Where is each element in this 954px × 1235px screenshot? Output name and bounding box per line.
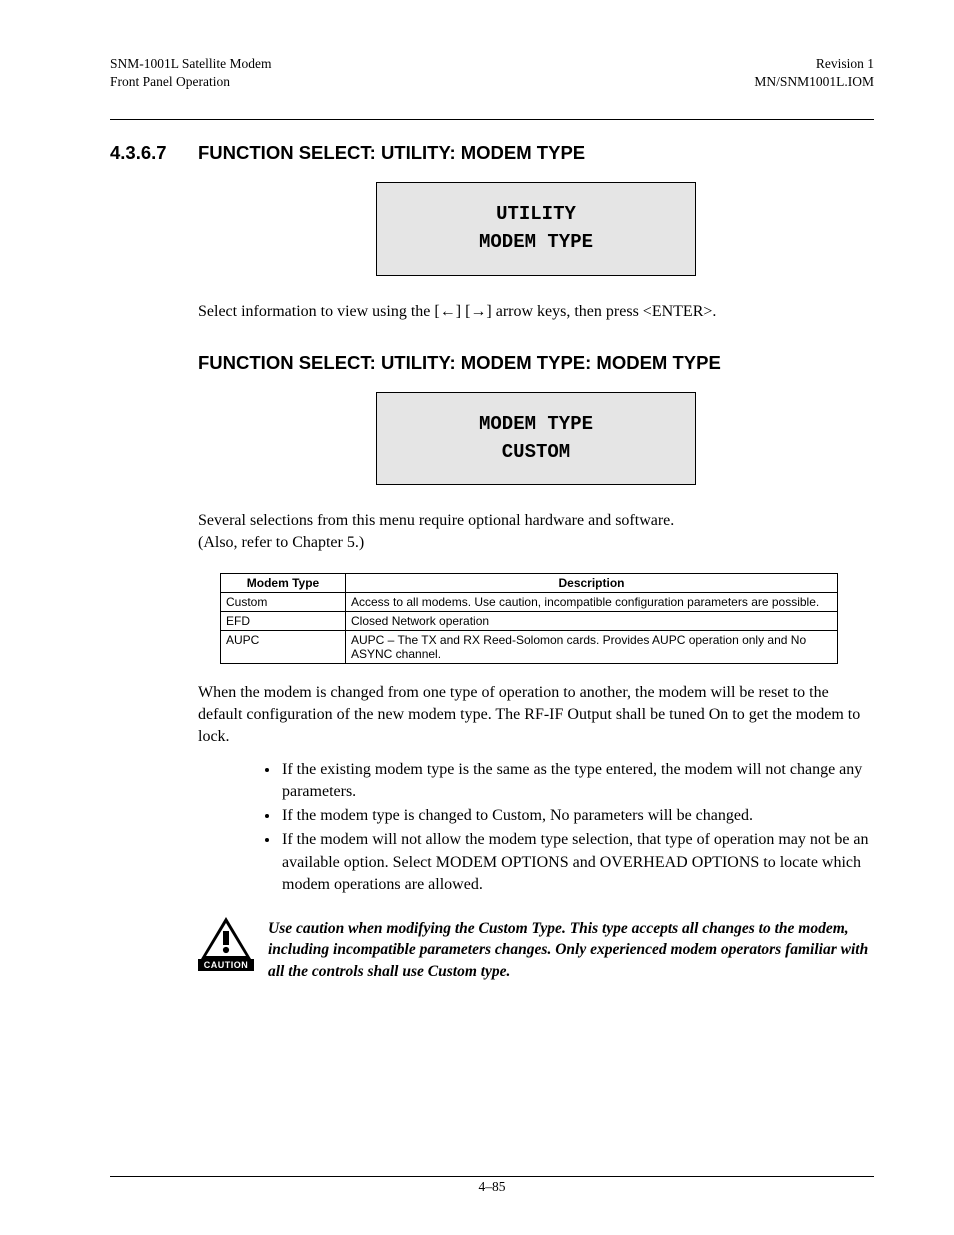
cell-type: Custom [221,593,346,612]
right-arrow-icon: → [470,303,486,320]
list-item: If the modem type is changed to Custom, … [280,805,874,827]
table-row: Custom Access to all modems. Use caution… [221,593,838,612]
caution-label: CAUTION [198,959,254,971]
modem-type-table: Modem Type Description Custom Access to … [220,573,838,664]
lcd2-line1: MODEM TYPE [479,413,593,435]
table-row: AUPC AUPC – The TX and RX Reed-Solomon c… [221,631,838,664]
doc-revision: Revision 1 [816,56,874,71]
hardware-note: Several selections from this menu requir… [198,510,874,553]
instruction-arrows: Select information to view using the [←]… [198,301,874,323]
cell-desc: Closed Network operation [346,612,838,631]
page-footer: 4–85 [110,1176,874,1195]
header-left: SNM-1001L Satellite Modem Front Panel Op… [110,55,272,91]
reset-note: When the modem is changed from one type … [198,682,874,747]
footer-rule [110,1176,874,1177]
section-number: 4.3.6.7 [110,142,198,164]
header-rule [110,119,874,120]
section-heading: 4.3.6.7 FUNCTION SELECT: UTILITY: MODEM … [110,142,874,164]
document-page: SNM-1001L Satellite Modem Front Panel Op… [0,0,954,1235]
caution-icon: CAUTION [198,916,254,971]
doc-title: SNM-1001L Satellite Modem [110,56,272,71]
para2b: (Also, refer to Chapter 5.) [198,534,364,551]
th-modem-type: Modem Type [221,574,346,593]
instr-post: ] arrow keys, then press <ENTER>. [486,303,716,320]
cell-desc: Access to all modems. Use caution, incom… [346,593,838,612]
lcd1-line2: MODEM TYPE [479,231,593,253]
cell-type: EFD [221,612,346,631]
caution-block: CAUTION Use caution when modifying the C… [198,916,874,983]
lcd-display-1: UTILITY MODEM TYPE [376,182,696,275]
instr-pre: Select information to view using the [ [198,303,440,320]
para2a: Several selections from this menu requir… [198,512,674,529]
content-area: UTILITY MODEM TYPE Select information to… [198,182,874,982]
list-item: If the existing modem type is the same a… [280,759,874,803]
cell-type: AUPC [221,631,346,664]
doc-id: MN/SNM1001L.IOM [754,74,874,89]
section-title: FUNCTION SELECT: UTILITY: MODEM TYPE [198,142,585,164]
cell-desc: AUPC – The TX and RX Reed-Solomon cards.… [346,631,838,664]
page-number: 4–85 [110,1179,874,1195]
page-header: SNM-1001L Satellite Modem Front Panel Op… [110,55,874,91]
list-item: If the modem will not allow the modem ty… [280,829,874,895]
lcd2-line2: CUSTOM [502,441,570,463]
caution-text: Use caution when modifying the Custom Ty… [268,916,874,983]
left-arrow-icon: ← [440,303,456,320]
lcd1-line1: UTILITY [496,203,576,225]
lcd-display-2: MODEM TYPE CUSTOM [376,392,696,485]
warning-triangle-icon [200,916,252,960]
table-row: EFD Closed Network operation [221,612,838,631]
notes-list: If the existing modem type is the same a… [198,759,874,895]
header-right: Revision 1 MN/SNM1001L.IOM [754,55,874,91]
instr-mid: ] [ [456,303,471,320]
th-description: Description [346,574,838,593]
doc-section: Front Panel Operation [110,74,230,89]
subsection-title: FUNCTION SELECT: UTILITY: MODEM TYPE: MO… [198,352,874,374]
